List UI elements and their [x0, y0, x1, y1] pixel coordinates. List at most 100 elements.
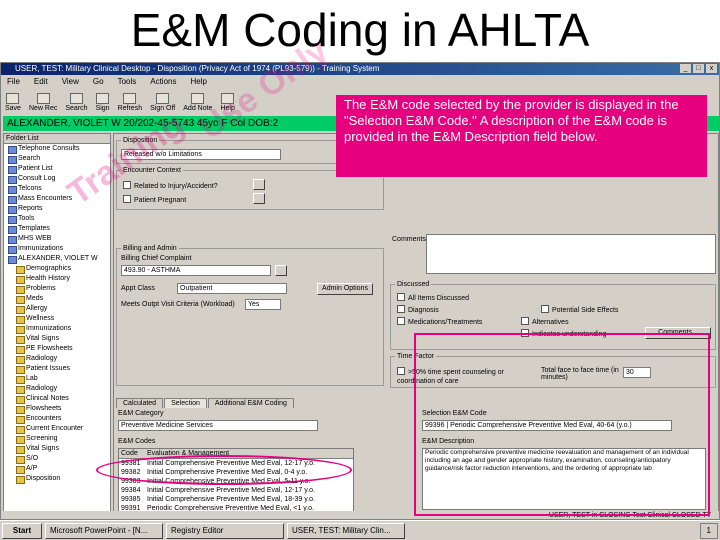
taskbar: Start Microsoft PowerPoint - [N... Regis… [0, 520, 720, 540]
menu-go[interactable]: Go [93, 75, 104, 88]
em-category-label: E&M Category [118, 410, 164, 417]
folder-item[interactable]: Consult Log [4, 174, 110, 184]
folder-item[interactable]: PE Flowsheets [4, 344, 110, 354]
folder-item[interactable]: Encounters [4, 414, 110, 424]
folder-item[interactable]: Mass Encounters [4, 194, 110, 204]
folder-item[interactable]: ALEXANDER, VIOLET W [4, 254, 110, 264]
menu-edit[interactable]: Edit [34, 75, 48, 88]
pregnant-details-button[interactable] [253, 193, 265, 204]
minimize-button[interactable]: _ [680, 64, 691, 73]
note-icon [191, 93, 205, 104]
folder-item[interactable]: Patient Issues [4, 364, 110, 374]
appt-class-label: Appt Class [121, 285, 155, 292]
toolbar-save-button[interactable]: Save [5, 93, 21, 112]
folder-item[interactable]: Disposition [4, 474, 110, 484]
maximize-button[interactable]: □ [693, 64, 704, 73]
taskbar-item-ahlta[interactable]: USER, TEST: Military Clin... [287, 522, 405, 539]
discussed-label: Discussed [395, 280, 432, 289]
folder-item[interactable]: Current Encounter [4, 424, 110, 434]
highlight-ellipse [96, 455, 352, 485]
folder-item[interactable]: Allergy [4, 304, 110, 314]
folder-item[interactable]: A/P [4, 464, 110, 474]
toolbar-refresh-button[interactable]: Refresh [118, 93, 142, 112]
folder-item[interactable]: Telephone Consults [4, 144, 110, 154]
admin-options-button[interactable]: Admin Options [317, 283, 373, 295]
tab-calculated[interactable]: Calculated [116, 398, 164, 408]
em-desc-cell: Initial Comprehensive Preventive Med Eva… [147, 496, 315, 503]
toolbar-sign-button[interactable]: Sign [96, 93, 110, 112]
folder-item[interactable]: Patient List [4, 164, 110, 174]
folder-item[interactable]: Health History [4, 274, 110, 284]
injury-checkbox[interactable]: Related to Injury/Accident? [123, 181, 218, 191]
disposition-label: Disposition [121, 136, 160, 145]
folder-item[interactable]: Vital Signs [4, 334, 110, 344]
alternatives-checkbox[interactable]: Alternatives [521, 317, 569, 327]
side-effects-checkbox[interactable]: Potential Side Effects [541, 305, 618, 315]
comments-label: Comments [392, 236, 426, 243]
chief-complaint-select[interactable]: 493.90 - ASTHMA [121, 265, 271, 276]
folder-item[interactable]: Vital Signs [4, 444, 110, 454]
toolbar-search-button[interactable]: Search [65, 93, 88, 112]
folder-list-header: Folder List [4, 134, 110, 144]
taskbar-item-registry[interactable]: Registry Editor [166, 522, 284, 539]
folder-item[interactable]: Clinical Notes [4, 394, 110, 404]
menu-view[interactable]: View [62, 75, 79, 88]
toolbar-addnote-button[interactable]: Add Note [183, 93, 212, 112]
folder-item[interactable]: Telcons [4, 184, 110, 194]
toolbar-new-button[interactable]: New Rec [29, 93, 57, 112]
toolbar-help-button[interactable]: Help [220, 93, 235, 112]
folder-item[interactable]: Radiology [4, 384, 110, 394]
help-icon [221, 93, 235, 104]
folder-item[interactable]: S/O [4, 454, 110, 464]
all-items-checkbox[interactable]: All Items Discussed [397, 293, 469, 303]
billing-admin-label: Billing and Admin [121, 244, 179, 253]
menu-tools[interactable]: Tools [118, 75, 137, 88]
menu-actions[interactable]: Actions [150, 75, 176, 88]
folder-item[interactable]: Reports [4, 204, 110, 214]
table-row[interactable]: 99384 Initial Comprehensive Preventive Me… [119, 486, 353, 495]
sign-off-icon [156, 93, 170, 104]
col-code[interactable]: Code [119, 449, 145, 458]
folder-item[interactable]: Flowsheets [4, 404, 110, 414]
folder-item[interactable]: Problems [4, 284, 110, 294]
medications-checkbox[interactable]: Medications/Treatments [397, 317, 482, 327]
highlight-box [414, 333, 710, 516]
appt-class-select[interactable]: Outpatient [177, 283, 287, 294]
disposition-select[interactable]: Released w/o Limitations [121, 149, 281, 160]
menu-bar: File Edit View Go Tools Actions Help [1, 75, 719, 88]
folder-item[interactable]: MHS WEB [4, 234, 110, 244]
folder-item[interactable]: Screening [4, 434, 110, 444]
menu-help[interactable]: Help [190, 75, 206, 88]
em-category-select[interactable]: Preventive Medicine Services [118, 420, 318, 431]
folder-item[interactable]: Tools [4, 214, 110, 224]
table-row[interactable]: 99385 Initial Comprehensive Preventive Me… [119, 495, 353, 504]
injury-details-button[interactable] [253, 179, 265, 190]
folder-item[interactable]: Radiology [4, 354, 110, 364]
callout-box: The E&M code selected by the provider is… [336, 95, 707, 177]
chief-complaint-button[interactable] [275, 265, 287, 276]
billing-admin-group: Billing and Admin Billing Chief Complain… [116, 244, 384, 386]
folder-item[interactable]: Immunizations [4, 244, 110, 254]
window-titlebar[interactable]: USER, TEST: Military Clinical Desktop - … [1, 63, 719, 75]
em-tabs: Calculated Selection Additional E&M Codi… [116, 398, 295, 408]
start-button[interactable]: Start [2, 522, 42, 539]
em-codes-label: E&M Codes [118, 438, 156, 445]
folder-item[interactable]: Search [4, 154, 110, 164]
folder-item[interactable]: Meds [4, 294, 110, 304]
folder-item[interactable]: Wellness [4, 314, 110, 324]
tab-selection[interactable]: Selection [164, 398, 207, 408]
diagnosis-checkbox[interactable]: Diagnosis [397, 305, 439, 315]
toolbar-signoff-button[interactable]: Sign Off [150, 93, 175, 112]
folder-item[interactable]: Immunizations [4, 324, 110, 334]
pregnant-checkbox[interactable]: Patient Pregnant [123, 195, 186, 205]
folder-item[interactable]: Demographics [4, 264, 110, 274]
folder-item[interactable]: Lab [4, 374, 110, 384]
slide-title: E&M Coding in AHLTA [130, 4, 590, 56]
comments-field[interactable] [426, 234, 716, 274]
menu-file[interactable]: File [7, 75, 20, 88]
folder-item[interactable]: Templates [4, 224, 110, 234]
tab-additional-em[interactable]: Additional E&M Coding [207, 398, 294, 408]
meets-criteria-select[interactable]: Yes [245, 299, 281, 310]
close-button[interactable]: x [706, 64, 717, 73]
taskbar-item-powerpoint[interactable]: Microsoft PowerPoint - [N... [45, 522, 163, 539]
